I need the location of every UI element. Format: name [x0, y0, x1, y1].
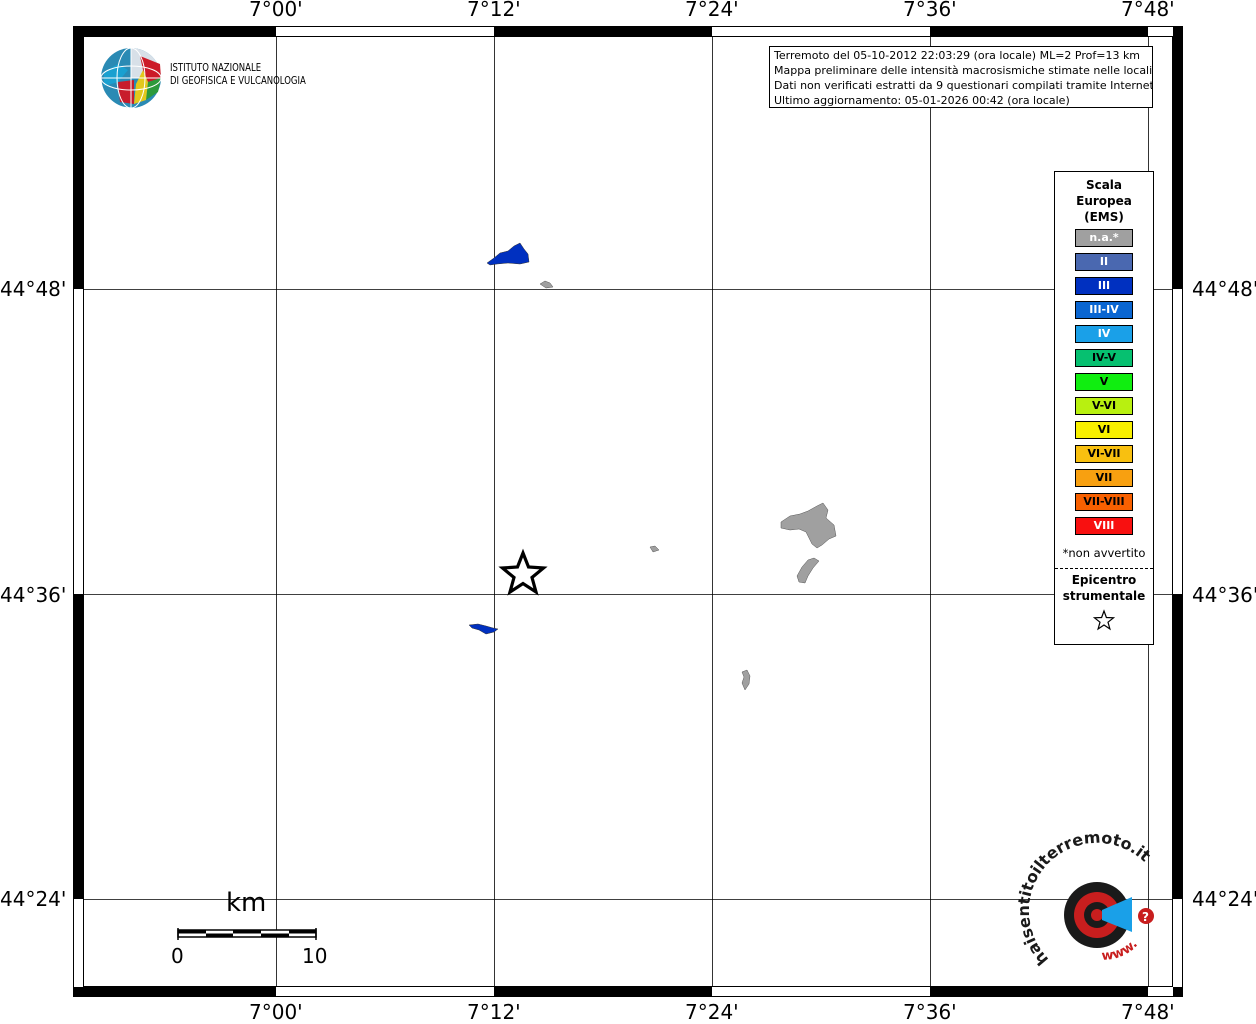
scale-bar-min: 0 [171, 944, 184, 968]
legend-swatch-3: III-IV [1075, 301, 1133, 319]
legend-note: *non avvertito [1062, 546, 1146, 560]
legend-swatch-5: IV-V [1075, 349, 1133, 367]
map-frame-inner [83, 36, 1173, 987]
legend-swatch-12: VIII [1075, 517, 1133, 535]
legend-separator [1055, 568, 1153, 569]
ems-legend: Scala Europea (EMS) n.a.* II III III-IV IV IV… [1054, 171, 1154, 645]
legend-title: Scala Europea (EMS) [1055, 177, 1153, 225]
info-line-1: Terremoto del 05-10-2012 22:03:29 (ora l… [774, 49, 1141, 62]
logo-line-1: ISTITUTO NAZIONALE [170, 62, 262, 74]
legend-swatch-4: IV [1075, 325, 1133, 343]
municipality-intensity-iii-north [486, 242, 530, 266]
legend-swatch-0: n.a.* [1075, 229, 1133, 247]
ingv-logo-globe-icon [100, 47, 162, 109]
municipality-na-center [649, 545, 660, 553]
event-info-box: Terremoto del 05-10-2012 22:03:29 (ora l… [769, 46, 1153, 108]
legend-swatch-2: III [1075, 277, 1133, 295]
info-line-2: Mappa preliminare delle intensità macros… [774, 64, 1153, 77]
scale-bar [177, 928, 317, 940]
municipality-na-south [741, 669, 751, 691]
scale-bar-unit: km [226, 888, 267, 918]
epicenter-star-icon [498, 548, 548, 596]
info-line-4: Ultimo aggiornamento: 05-01-2026 00:42 (… [774, 94, 1070, 107]
frame-right-ticks [1173, 36, 1182, 899]
frame-bottom-ticks [83, 987, 1148, 996]
frame-left-ticks [74, 36, 83, 899]
legend-swatch-11: VII-VIII [1075, 493, 1133, 511]
ingv-logo-text: ISTITUTO NAZIONALE DI GEOFISICA E VULCAN… [170, 62, 306, 88]
legend-swatch-9: VI-VII [1075, 445, 1133, 463]
legend-swatch-7: V-VI [1075, 397, 1133, 415]
legend-title-line-2: Europea [1076, 194, 1132, 208]
scale-bar-max: 10 [302, 944, 328, 968]
haisentito-logo-icon: ? [1064, 882, 1154, 948]
legend-epicenter-line-1: Epicentro [1071, 573, 1137, 587]
municipality-na-north [539, 280, 554, 289]
graticule [83, 36, 1173, 987]
legend-title-line-1: Scala [1085, 178, 1123, 192]
municipality-na-east-large [780, 502, 837, 549]
legend-star-icon [1092, 609, 1116, 631]
legend-epicenter-line-2: strumentale [1062, 589, 1146, 603]
logo-line-2: DI GEOFISICA E VULCANOLOGIA [170, 75, 306, 87]
legend-swatch-6: V [1075, 373, 1133, 391]
svg-text:?: ? [1142, 910, 1149, 924]
frame-corners [74, 27, 1182, 996]
municipality-intensity-iii-south [468, 623, 499, 635]
info-line-3: Dati non verificati estratti da 9 questi… [774, 79, 1153, 92]
legend-swatch-8: VI [1075, 421, 1133, 439]
legend-epicenter: Epicentro strumentale [1055, 572, 1153, 635]
legend-swatch-1: II [1075, 253, 1133, 271]
municipality-na-east-small [796, 557, 820, 584]
map-frame-outer [73, 26, 1183, 997]
legend-swatch-10: VII [1075, 469, 1133, 487]
frame-top-ticks [83, 27, 1148, 36]
legend-title-line-3: (EMS) [1084, 210, 1124, 224]
